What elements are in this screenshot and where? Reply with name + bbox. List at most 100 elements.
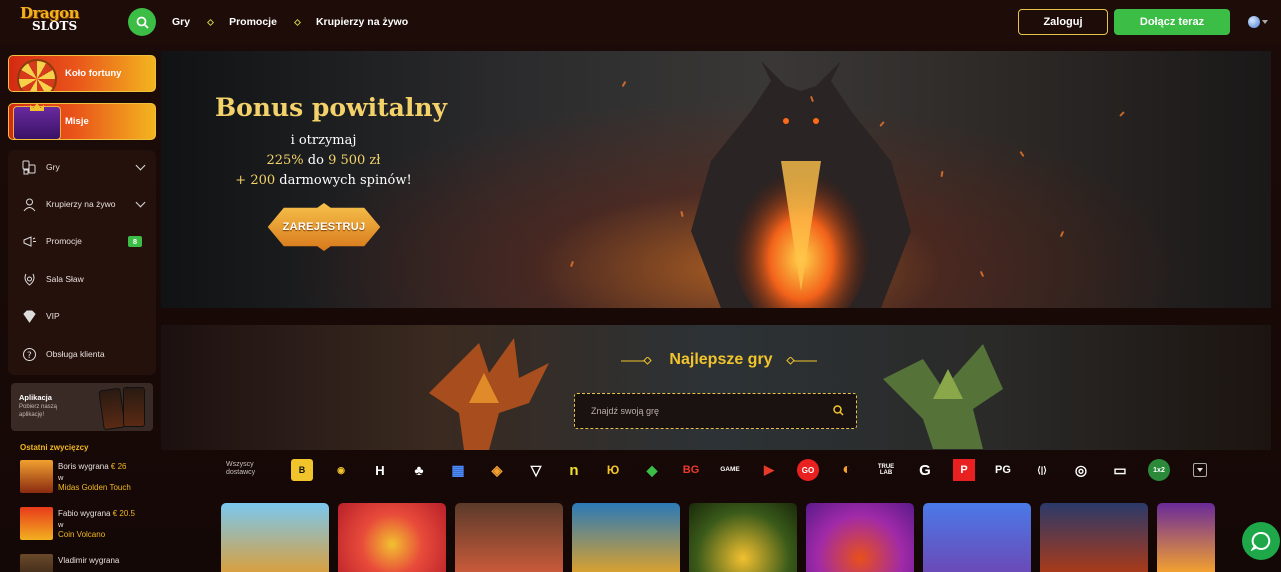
nav-promotions[interactable]: Promocje (229, 16, 277, 28)
provider-logo[interactable]: ♣ (408, 459, 430, 481)
provider-logo[interactable]: PG (992, 459, 1014, 481)
live-chat-button[interactable] (1242, 522, 1280, 560)
sidebar-item-vip[interactable]: VIP (8, 301, 156, 331)
sidebar-item-customer-support[interactable]: ? Obsługa klienta (8, 339, 156, 369)
provider-logo[interactable]: ◆ (641, 459, 663, 481)
provider-logo[interactable]: 1x2 (1148, 459, 1170, 481)
winner-in-label: w (58, 520, 64, 529)
sidebar-item-label: Promocje (46, 236, 82, 246)
cards-icon (21, 159, 37, 175)
game-tile[interactable] (689, 503, 797, 572)
bonus-spins-count: + 200 (235, 173, 276, 188)
winner-amount: € 26 (110, 462, 127, 471)
bonus-amount: 9 500 zł (328, 153, 381, 168)
provider-logo[interactable]: ◐ (836, 459, 858, 481)
logo-text-slots: SLOTS (32, 19, 78, 33)
bonus-connector: do (303, 153, 329, 168)
mobile-app-card[interactable]: Aplikacja Pobierz naszą aplikację! (11, 383, 153, 431)
provider-logo[interactable]: BG (680, 459, 702, 481)
diamond-icon (21, 308, 37, 324)
provider-logo[interactable]: TRUE LAB (875, 459, 897, 481)
winner-text: Fabio wygrana € 20.5 (58, 509, 135, 518)
all-providers-label[interactable]: Wszyscy dostawcy (226, 461, 255, 478)
app-card-subtitle: Pobierz naszą aplikację! (19, 404, 58, 418)
all-providers-label-line1: Wszyscy (226, 461, 254, 468)
game-tile[interactable] (806, 503, 914, 572)
phone-image (98, 387, 126, 431)
winner-row[interactable]: Boris wygrana € 26 w Midas Golden Touch (20, 460, 160, 496)
provider-logo[interactable]: G (914, 459, 936, 481)
winner-game[interactable]: Midas Golden Touch (58, 483, 131, 492)
game-search-input[interactable] (575, 394, 825, 427)
sidebar-item-label: Gry (46, 162, 60, 172)
game-tile[interactable] (923, 503, 1031, 572)
dealer-icon (21, 196, 37, 212)
chevron-down-icon[interactable] (135, 197, 146, 208)
game-thumbnail (20, 507, 53, 540)
winner-row[interactable]: Vladimir wygrana (20, 554, 160, 572)
globe-icon[interactable] (1248, 16, 1260, 28)
ember-particle (1059, 230, 1065, 238)
game-tile[interactable] (1040, 503, 1148, 572)
provider-logo[interactable]: ◉ (330, 459, 352, 481)
login-button[interactable]: Zaloguj (1018, 9, 1108, 35)
provider-logo[interactable]: ▽ (525, 459, 547, 481)
sidebar-item-promotions[interactable]: Promocje 8 (8, 226, 156, 256)
search-icon[interactable] (833, 405, 844, 416)
welcome-bonus-banner[interactable]: Bonus powitalny i otrzymaj 225% do 9 500… (161, 51, 1271, 308)
chevron-down-icon[interactable] (135, 160, 146, 171)
chevron-down-icon[interactable] (1193, 463, 1207, 477)
game-thumbnail (20, 460, 53, 493)
nav-games[interactable]: Gry (172, 16, 190, 28)
sidebar-menu: Gry Krupierzy na żywo Promocje 8 Sala Sł… (8, 150, 156, 375)
game-tile[interactable] (572, 503, 680, 572)
bonus-line-2: 225% do 9 500 zł (161, 153, 486, 168)
top-games-title: Najlepsze gry (669, 351, 773, 368)
provider-logo[interactable]: ⟨|⟩ (1031, 459, 1053, 481)
sidebar-item-hall-of-fame[interactable]: Sala Sław (8, 264, 156, 294)
sidebar-item-live-dealers[interactable]: Krupierzy na żywo (8, 189, 156, 219)
provider-logo[interactable]: Ю (602, 459, 624, 481)
provider-logo[interactable]: ◈ (486, 459, 508, 481)
winner-game[interactable]: Coin Volcano (58, 530, 105, 539)
game-tile[interactable] (1157, 503, 1215, 572)
sidebar-item-games[interactable]: Gry (8, 152, 156, 182)
missions-card[interactable]: Misje (8, 103, 156, 140)
bonus-spins-text: darmowych spinów! (275, 173, 412, 188)
game-tile[interactable] (338, 503, 446, 572)
provider-logo[interactable]: ▶ (758, 459, 780, 481)
winner-name: Vladimir wygrana (58, 556, 120, 565)
provider-logo[interactable]: ◎ (1070, 459, 1092, 481)
nav-live-dealers[interactable]: Krupierzy na żywo (316, 16, 408, 28)
winner-name: Boris wygrana (58, 462, 109, 471)
game-tile[interactable] (455, 503, 563, 572)
provider-logo[interactable]: ▭ (1109, 459, 1131, 481)
game-tile[interactable] (221, 503, 329, 572)
provider-logo[interactable]: ▦ (447, 459, 469, 481)
nav-separator-icon (293, 18, 301, 26)
register-button[interactable]: ZAREJESTRUJ (257, 203, 391, 251)
laurel-icon (21, 271, 37, 287)
chevron-down-icon[interactable] (1262, 20, 1268, 24)
wheel-of-fortune-card[interactable]: Koło fortuny (8, 55, 156, 92)
join-now-button[interactable]: Dołącz teraz (1114, 9, 1230, 35)
bonus-line-3: + 200 darmowych spinów! (161, 173, 486, 188)
nav-separator-icon (207, 18, 215, 26)
main-nav: Gry Promocje Krupierzy na żywo (172, 0, 408, 44)
provider-logo[interactable]: n (563, 459, 585, 481)
search-button[interactable] (128, 8, 156, 36)
winner-row[interactable]: Fabio wygrana € 20.5 w Coin Volcano (20, 507, 160, 543)
title-ornament-left-icon (621, 357, 652, 365)
all-providers-label-line2: dostawcy (226, 469, 256, 477)
provider-logo[interactable]: B (291, 459, 313, 481)
chat-bubble-icon (1251, 531, 1271, 551)
title-ornament-right-icon (786, 357, 817, 365)
provider-logo[interactable]: GO (797, 459, 819, 481)
provider-logo[interactable]: GAME (719, 459, 741, 481)
game-thumbnail (20, 554, 53, 572)
svg-text:?: ? (27, 351, 32, 361)
provider-logo[interactable]: H (369, 459, 391, 481)
dragon-slots-logo[interactable]: Dragon SLOTS (20, 6, 90, 38)
sidebar-item-label: Obsługa klienta (46, 349, 105, 359)
provider-logo[interactable]: P (953, 459, 975, 481)
